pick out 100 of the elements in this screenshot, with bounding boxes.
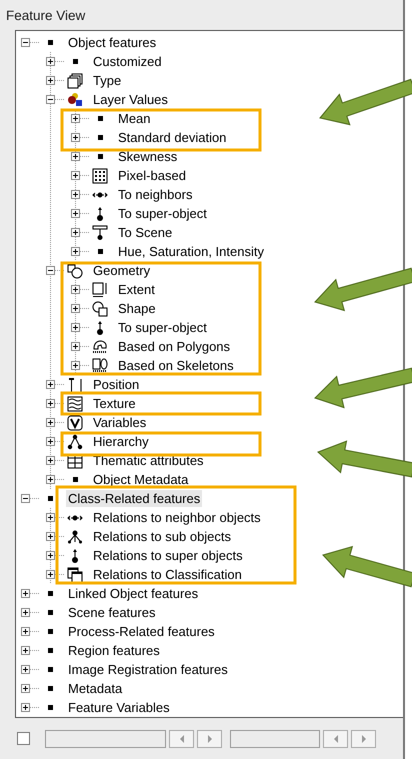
tree-item[interactable]: To Scene bbox=[116, 224, 174, 241]
tree-item[interactable]: Region features bbox=[66, 642, 162, 659]
bullet-icon bbox=[48, 629, 52, 634]
expand-toggle[interactable] bbox=[46, 399, 55, 408]
scroll-left-button[interactable] bbox=[323, 730, 348, 748]
tree-item[interactable]: Shape bbox=[116, 300, 158, 317]
tree-item[interactable]: Standard deviation bbox=[116, 129, 228, 146]
expand-toggle[interactable] bbox=[21, 627, 30, 636]
tree-item[interactable]: To super-object bbox=[116, 319, 209, 336]
tree-item[interactable]: Relations to Classification bbox=[91, 566, 244, 583]
tree-item[interactable]: Position bbox=[91, 376, 142, 393]
expand-toggle[interactable] bbox=[71, 209, 80, 218]
bullet-icon bbox=[98, 154, 102, 159]
tree-item[interactable]: Relations to sub objects bbox=[91, 528, 234, 545]
tree-item[interactable]: Skewness bbox=[116, 148, 180, 165]
polygon-icon bbox=[92, 338, 108, 354]
stacked-windows-icon bbox=[67, 566, 83, 582]
bullet-icon bbox=[48, 496, 52, 501]
tree-item[interactable]: Based on Polygons bbox=[116, 338, 232, 355]
shape-icon bbox=[92, 300, 108, 316]
expand-toggle[interactable] bbox=[71, 133, 80, 142]
tree-item[interactable]: Relations to super objects bbox=[91, 547, 245, 564]
tree-item[interactable]: Type bbox=[91, 72, 124, 89]
scroll-left-button[interactable] bbox=[169, 730, 194, 748]
bullet-icon bbox=[48, 686, 52, 691]
text-field[interactable] bbox=[45, 730, 166, 748]
shapes-icon bbox=[67, 262, 83, 278]
bullet-icon bbox=[72, 59, 78, 64]
tree-item[interactable]: Variables bbox=[91, 414, 148, 431]
expand-toggle[interactable] bbox=[71, 171, 80, 180]
tree-item[interactable]: Layer Values bbox=[91, 91, 170, 108]
expand-toggle[interactable] bbox=[46, 437, 55, 446]
tree-item[interactable]: Mean bbox=[116, 110, 153, 127]
stacked-squares-icon bbox=[67, 72, 83, 88]
tree-item[interactable]: Pixel-based bbox=[116, 167, 188, 184]
expand-toggle[interactable] bbox=[71, 114, 80, 123]
expand-toggle[interactable] bbox=[46, 418, 55, 427]
text-field[interactable] bbox=[230, 730, 320, 748]
expand-toggle[interactable] bbox=[21, 38, 30, 47]
tree-item[interactable]: To neighbors bbox=[116, 186, 194, 203]
tree-item[interactable]: Object Metadata bbox=[91, 471, 190, 488]
expand-toggle[interactable] bbox=[71, 304, 80, 313]
hierarchy-icon bbox=[67, 434, 83, 450]
checkbox[interactable] bbox=[17, 732, 30, 745]
position-icon bbox=[67, 376, 83, 392]
tree-item[interactable]: Object features bbox=[66, 34, 158, 51]
expand-toggle[interactable] bbox=[46, 513, 55, 522]
expand-toggle[interactable] bbox=[46, 380, 55, 389]
expand-toggle[interactable] bbox=[21, 494, 30, 503]
expand-toggle[interactable] bbox=[21, 665, 30, 674]
tree-item[interactable]: Hierarchy bbox=[91, 433, 151, 450]
expand-toggle[interactable] bbox=[46, 475, 55, 484]
expand-toggle[interactable] bbox=[21, 684, 30, 693]
expand-toggle[interactable] bbox=[71, 152, 80, 161]
expand-toggle[interactable] bbox=[71, 190, 80, 199]
tree-item[interactable]: Texture bbox=[91, 395, 138, 412]
expand-toggle[interactable] bbox=[71, 285, 80, 294]
texture-icon bbox=[67, 396, 83, 412]
stand-icon bbox=[92, 224, 108, 240]
expand-toggle[interactable] bbox=[46, 57, 55, 66]
tree-item[interactable]: Thematic attributes bbox=[91, 452, 206, 469]
expand-toggle[interactable] bbox=[71, 247, 80, 256]
scroll-right-button[interactable] bbox=[197, 730, 222, 748]
tree-item[interactable]: Metadata bbox=[66, 680, 124, 697]
expand-toggle[interactable] bbox=[21, 589, 30, 598]
expand-toggle[interactable] bbox=[71, 228, 80, 237]
expand-toggle[interactable] bbox=[46, 76, 55, 85]
expand-toggle[interactable] bbox=[21, 608, 30, 617]
scroll-right-button[interactable] bbox=[351, 730, 376, 748]
skeleton-icon bbox=[92, 358, 108, 374]
expand-toggle[interactable] bbox=[71, 342, 80, 351]
bullet-icon bbox=[48, 591, 52, 596]
expand-toggle[interactable] bbox=[46, 456, 55, 465]
expand-toggle[interactable] bbox=[46, 570, 55, 579]
tree-item[interactable]: Process-Related features bbox=[66, 623, 217, 640]
tree-item[interactable]: Relations to neighbor objects bbox=[91, 509, 263, 526]
expand-toggle[interactable] bbox=[71, 323, 80, 332]
tree-item[interactable]: Customized bbox=[91, 53, 164, 70]
bullet-icon bbox=[98, 135, 102, 140]
expand-toggle[interactable] bbox=[46, 551, 55, 560]
expand-toggle[interactable] bbox=[46, 532, 55, 541]
tree-item[interactable]: To super-object bbox=[116, 205, 209, 222]
measure-box-icon bbox=[92, 282, 108, 298]
tree-item[interactable]: Scene features bbox=[66, 604, 158, 621]
tree-item[interactable]: Linked Object features bbox=[66, 585, 200, 602]
tree-item[interactable]: Image Registration features bbox=[66, 661, 230, 678]
tree-item[interactable]: Based on Skeletons bbox=[116, 357, 236, 374]
v-box-icon bbox=[67, 414, 83, 430]
expand-toggle[interactable] bbox=[71, 361, 80, 370]
expand-toggle[interactable] bbox=[46, 266, 55, 275]
tree-item[interactable]: Class-Related features bbox=[66, 490, 202, 507]
expand-toggle[interactable] bbox=[21, 703, 30, 712]
bullet-icon bbox=[48, 705, 52, 710]
tree-item[interactable]: Hue, Saturation, Intensity bbox=[116, 243, 266, 260]
tree-item[interactable]: Extent bbox=[116, 281, 157, 298]
expand-toggle[interactable] bbox=[21, 646, 30, 655]
bullet-icon bbox=[72, 477, 78, 482]
expand-toggle[interactable] bbox=[46, 95, 55, 104]
tree-item[interactable]: Geometry bbox=[91, 262, 152, 279]
tree-item[interactable]: Feature Variables bbox=[66, 699, 172, 716]
